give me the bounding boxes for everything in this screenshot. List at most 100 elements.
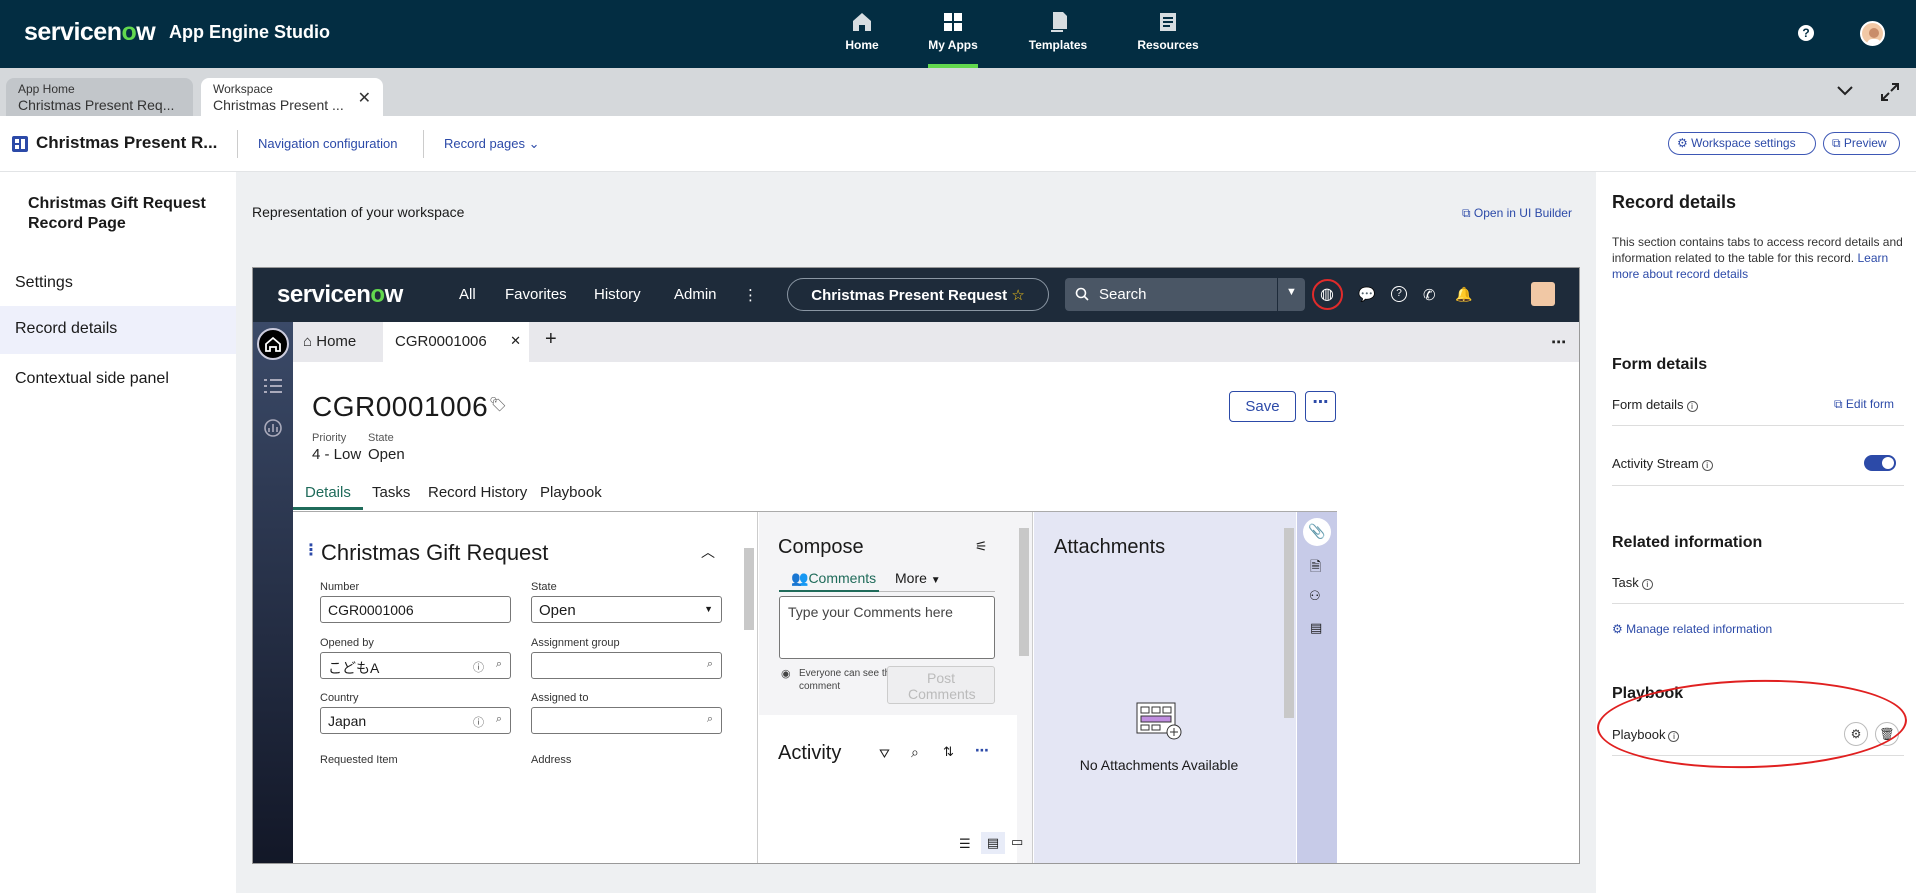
record-tab-tasks[interactable]: Tasks: [360, 484, 422, 510]
app-header: Christmas Present R... Navigation config…: [0, 116, 1916, 172]
inner-nav-admin[interactable]: Admin: [674, 286, 717, 303]
scrollbar[interactable]: [1019, 528, 1029, 656]
topnav-home[interactable]: Home: [844, 10, 880, 68]
field-label: Address: [531, 754, 572, 766]
expand-icon[interactable]: [1880, 82, 1900, 102]
number-field[interactable]: CGR0001006: [320, 596, 511, 623]
tab-more[interactable]: More ▼: [879, 570, 995, 592]
info-icon[interactable]: i: [1701, 460, 1713, 471]
document-icon[interactable]: 🗎: [1310, 556, 1321, 580]
search-scope-dropdown[interactable]: ▼: [1277, 278, 1305, 311]
scrollbar[interactable]: [1284, 528, 1294, 718]
workspace-settings-button[interactable]: ⚙ Workspace settings: [1668, 132, 1816, 155]
tab-workspace[interactable]: Workspace Christmas Present ... ✕: [201, 78, 383, 116]
chat-icon[interactable]: 💬: [1358, 286, 1376, 304]
scrollbar[interactable]: [744, 548, 754, 630]
divider: [237, 130, 238, 158]
filter-icon[interactable]: ⛛: [879, 746, 890, 762]
card-icon[interactable]: ▤: [1310, 620, 1322, 636]
comment-textarea[interactable]: Type your Comments here: [779, 596, 995, 659]
navigation-configuration-link[interactable]: Navigation configuration: [258, 136, 397, 151]
close-icon[interactable]: ✕: [358, 88, 371, 108]
analytics-icon[interactable]: [263, 418, 283, 438]
nav-item-record-details[interactable]: Record details: [0, 306, 236, 354]
paperclip-icon[interactable]: 📎: [1303, 518, 1331, 546]
single-view-icon[interactable]: ▭: [1011, 834, 1023, 850]
info-icon[interactable]: ⓘ: [473, 714, 484, 730]
nav-item-settings[interactable]: Settings: [0, 260, 236, 308]
more-vertical-icon[interactable]: ⋮: [743, 286, 758, 304]
context-pill[interactable]: Christmas Present Request ☆: [787, 278, 1049, 311]
globe-icon[interactable]: ◍: [1312, 279, 1343, 310]
activity-section: [759, 715, 1017, 863]
manage-related-information-link[interactable]: ⚙ Manage related information: [1612, 622, 1772, 636]
tab-comments[interactable]: 👥Comments: [779, 570, 879, 592]
topnav-my-apps[interactable]: My Apps: [928, 10, 978, 68]
inner-search-input[interactable]: Search: [1065, 278, 1277, 311]
search-icon[interactable]: ⌕: [496, 713, 502, 726]
chevron-down-icon[interactable]: [1836, 82, 1854, 100]
assigned-to-field[interactable]: ⌕: [531, 707, 722, 734]
search-icon[interactable]: ⌕: [911, 744, 919, 761]
help-icon[interactable]: ?: [1798, 25, 1814, 41]
record-tab-history[interactable]: Record History: [416, 484, 539, 510]
search-icon[interactable]: ⌕: [707, 713, 713, 726]
opened-by-field[interactable]: こどもA ⓘ ⌕: [320, 652, 511, 679]
help-icon[interactable]: ?: [1391, 286, 1407, 302]
country-field[interactable]: Japan ⓘ ⌕: [320, 707, 511, 734]
user-settings-icon[interactable]: ⚇: [1309, 588, 1321, 604]
list-view-icon[interactable]: ☰: [959, 836, 971, 852]
nav-item-contextual-side-panel[interactable]: Contextual side panel: [0, 356, 236, 404]
post-comments-button[interactable]: Post Comments: [887, 666, 995, 704]
inner-nav-history[interactable]: History: [594, 286, 641, 303]
inner-user-avatar[interactable]: [1531, 282, 1555, 306]
phone-icon[interactable]: ✆: [1423, 286, 1441, 304]
bell-icon[interactable]: 🔔: [1455, 286, 1473, 304]
topnav-templates[interactable]: Templates: [1026, 10, 1090, 68]
sort-icon[interactable]: ⇅: [943, 744, 954, 760]
record-tab-playbook[interactable]: Playbook: [528, 484, 614, 510]
user-avatar[interactable]: [1860, 21, 1885, 46]
edit-form-link[interactable]: ⧉ Edit form: [1834, 397, 1894, 412]
canvas-heading: Representation of your workspace: [252, 204, 465, 220]
list-icon[interactable]: [264, 378, 282, 394]
inner-tab-record[interactable]: CGR0001006 ✕: [383, 322, 529, 362]
assignment-group-field[interactable]: ⌕: [531, 652, 722, 679]
related-information-heading: Related information: [1612, 534, 1763, 551]
info-icon[interactable]: i: [1641, 579, 1653, 590]
open-in-ui-builder-link[interactable]: ⧉ Open in UI Builder: [1462, 206, 1572, 221]
search-icon[interactable]: ⌕: [707, 658, 713, 671]
tag-icon[interactable]: 🏷: [489, 396, 507, 413]
record-tab-details[interactable]: Details: [293, 484, 363, 510]
inner-nav-favorites[interactable]: Favorites: [505, 286, 567, 303]
more-horizontal-icon[interactable]: ⋯: [975, 742, 989, 759]
preview-button[interactable]: ⧉ Preview: [1823, 132, 1900, 155]
chevron-up-icon[interactable]: ︿: [701, 542, 715, 562]
tab-app-home[interactable]: App Home Christmas Present Req...: [6, 78, 193, 116]
state-select[interactable]: Open ▼: [531, 596, 722, 623]
brand-logo[interactable]: servicenow: [24, 18, 156, 47]
star-icon[interactable]: ☆: [1011, 287, 1024, 304]
more-horizontal-icon[interactable]: ⋯: [1541, 322, 1576, 362]
topnav-resources[interactable]: Resources: [1136, 10, 1200, 68]
gear-icon: ⚙: [1612, 622, 1623, 636]
drag-handle-icon[interactable]: ⋮: [303, 540, 319, 560]
priority-value: 4 - Low: [312, 446, 362, 463]
field-label: Number: [320, 581, 360, 593]
home-icon[interactable]: [257, 328, 289, 360]
activity-stream-toggle[interactable]: [1864, 455, 1896, 471]
more-actions-button[interactable]: ⋯: [1305, 391, 1336, 422]
chevron-down-icon: ⌄: [528, 136, 540, 151]
close-icon[interactable]: ✕: [510, 333, 521, 349]
filter-settings-icon[interactable]: ⚟: [975, 538, 988, 555]
split-view-icon[interactable]: ▤: [981, 832, 1005, 854]
add-tab-icon[interactable]: +: [535, 322, 567, 362]
save-button[interactable]: Save: [1229, 391, 1296, 422]
search-icon[interactable]: ⌕: [496, 658, 502, 671]
record-pages-dropdown[interactable]: Record pages ⌄: [444, 136, 539, 152]
info-icon[interactable]: ⓘ: [473, 659, 484, 675]
inner-tab-home[interactable]: ⌂ Home: [293, 322, 383, 362]
inner-nav-all[interactable]: All: [459, 286, 476, 303]
info-icon[interactable]: i: [1686, 401, 1698, 412]
inner-logo: servicenow: [277, 281, 403, 308]
